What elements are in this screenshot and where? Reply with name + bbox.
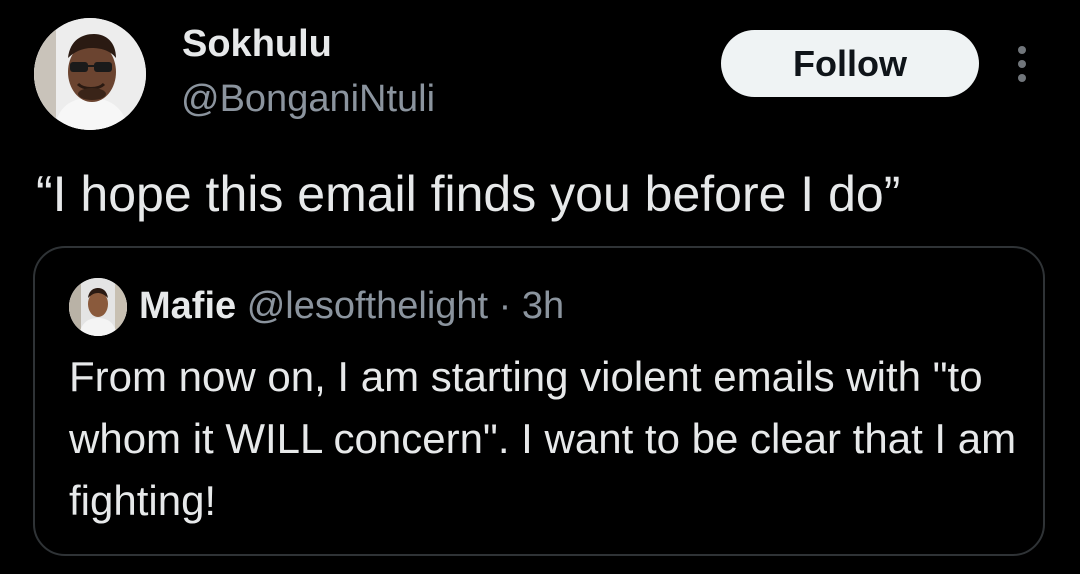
- author-display-name[interactable]: Sokhulu: [182, 22, 332, 66]
- follow-button[interactable]: Follow: [721, 30, 979, 97]
- quoted-tweet-text: From now on, I am starting violent email…: [69, 353, 1017, 524]
- author-handle[interactable]: @BonganiNtuli: [181, 76, 435, 122]
- author-avatar[interactable]: [34, 18, 146, 130]
- quoted-author-avatar[interactable]: [69, 278, 127, 336]
- quoted-author-avatar-image: [69, 278, 127, 336]
- quoted-tweet-header: Mafie @lesofthelight · 3h: [139, 282, 564, 330]
- tweet: Sokhulu @BonganiNtuli Follow “I hope thi…: [0, 0, 1080, 574]
- tweet-text: “I hope this email finds you before I do…: [36, 166, 901, 222]
- quoted-tweet-card[interactable]: Mafie @lesofthelight · 3h From now on, I…: [33, 246, 1045, 556]
- quoted-author-display-name[interactable]: Mafie: [139, 285, 236, 327]
- more-vertical-icon[interactable]: [1010, 44, 1034, 84]
- quoted-tweet-timestamp[interactable]: 3h: [522, 285, 564, 327]
- quoted-tweet-separator: ·: [498, 285, 512, 327]
- quoted-author-handle[interactable]: @lesofthelight: [247, 285, 488, 327]
- author-avatar-image: [34, 18, 146, 130]
